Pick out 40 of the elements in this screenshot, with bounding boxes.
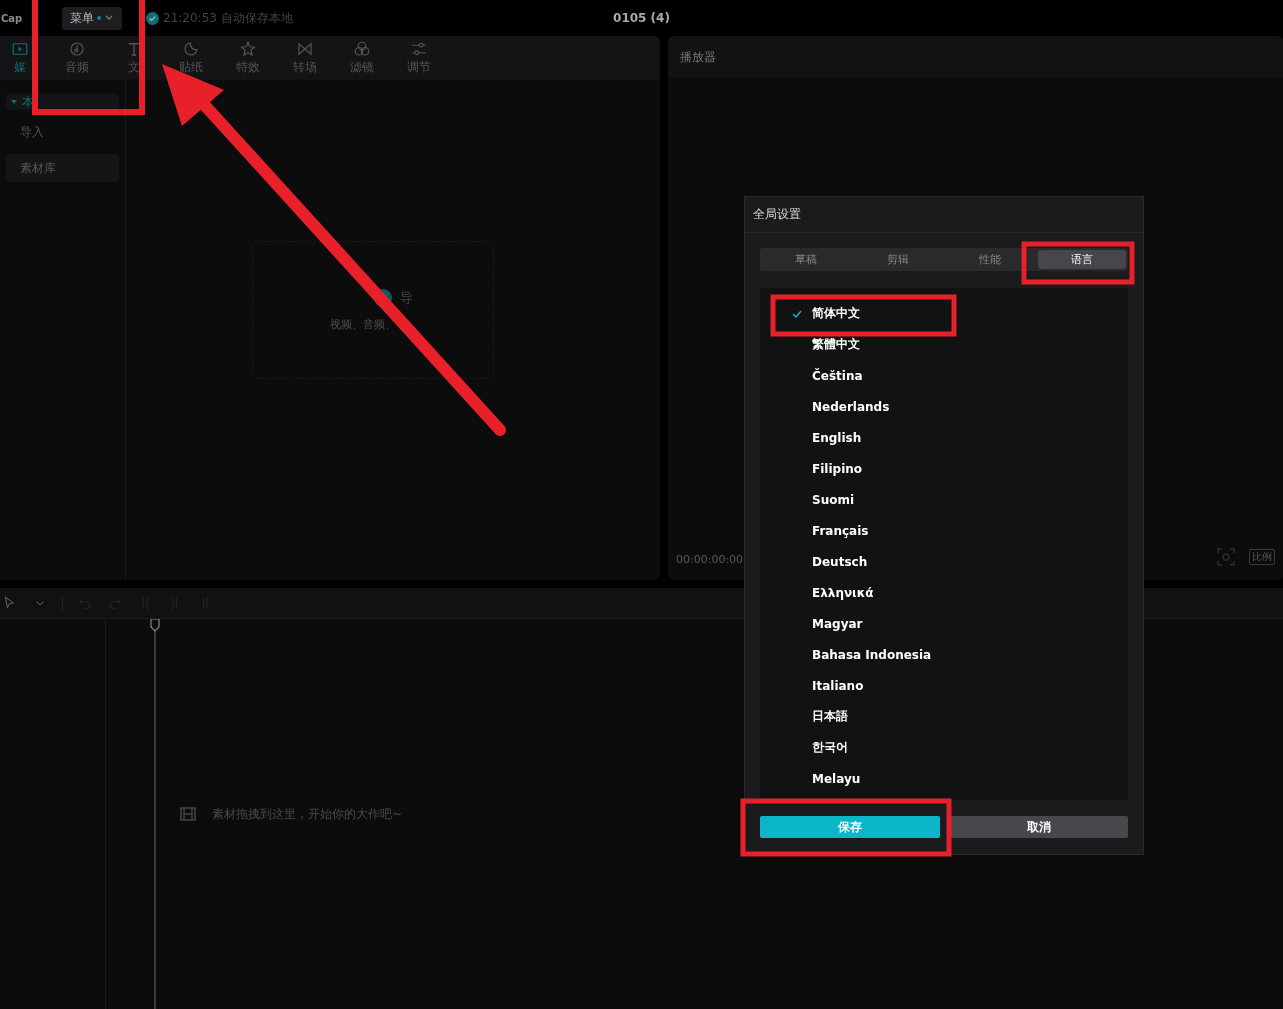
menu-button[interactable]: 菜单 [62, 6, 122, 30]
sliders-icon [409, 40, 428, 58]
language-option[interactable]: Čeština [760, 360, 1128, 391]
language-option[interactable]: Bahasa Indonesia [760, 639, 1128, 670]
language-option[interactable]: English [760, 422, 1128, 453]
star-icon [238, 40, 257, 58]
caret-icon [10, 98, 18, 106]
language-option[interactable]: Deutsch [760, 546, 1128, 577]
settings-tab[interactable]: 剪辑 [854, 250, 942, 269]
playhead[interactable] [150, 619, 160, 1009]
bowtie-icon [295, 40, 314, 58]
language-option[interactable]: Nederlands [760, 391, 1128, 422]
settings-tab[interactable]: 语言 [1038, 250, 1126, 269]
fullscreen-icon[interactable] [1217, 548, 1235, 566]
language-option[interactable]: Ελληνικά [760, 577, 1128, 608]
video-icon [10, 40, 29, 58]
language-option[interactable]: 简体中文 [760, 298, 1128, 329]
language-option[interactable]: Filipino [760, 453, 1128, 484]
import-hint: 视频、音频、 [330, 316, 396, 332]
language-option[interactable]: Melayu [760, 763, 1128, 794]
settings-tab[interactable]: 性能 [946, 250, 1034, 269]
cancel-button[interactable]: 取消 [950, 816, 1128, 838]
language-option[interactable]: 繁體中文 [760, 329, 1128, 360]
app-logo: Cap [1, 12, 24, 24]
language-option[interactable]: Français [760, 515, 1128, 546]
autosave-status: 21:20:53 自动保存本地 [163, 9, 293, 27]
music-note-icon [67, 40, 86, 58]
circles-icon [352, 40, 371, 58]
language-option[interactable]: 한국어 [760, 732, 1128, 763]
dialog-title: 全局设置 [753, 206, 801, 223]
film-icon [180, 807, 196, 821]
timecode: 00:00:00:00 [676, 553, 744, 566]
settings-tab[interactable]: 草稿 [762, 250, 850, 269]
language-option[interactable]: Italiano [760, 670, 1128, 701]
language-option[interactable]: Magyar [760, 608, 1128, 639]
language-option[interactable]: 日本語 [760, 701, 1128, 732]
panel-title: 播放器 [680, 48, 716, 66]
project-title: 0105 (4) [613, 11, 670, 25]
language-option[interactable]: Suomi [760, 484, 1128, 515]
check-icon [146, 11, 159, 25]
